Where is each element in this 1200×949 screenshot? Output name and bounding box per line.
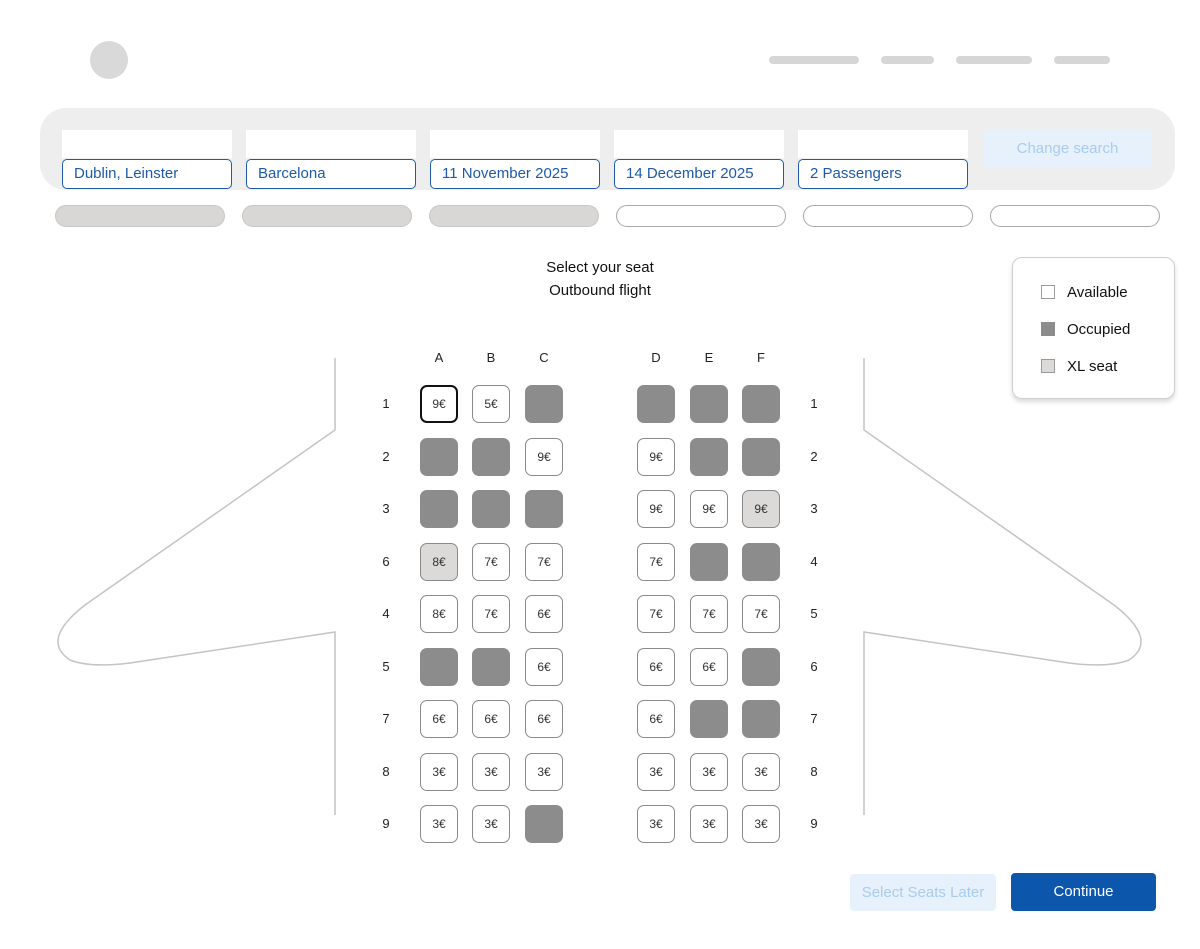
- seat-1-f: [742, 385, 780, 423]
- seat-3-d[interactable]: 9€: [637, 490, 675, 528]
- seat-2-d[interactable]: 9€: [637, 438, 675, 476]
- seat-4-d[interactable]: 7€: [637, 595, 675, 633]
- row-label-right: 2: [810, 449, 818, 464]
- row-label-left: 4: [382, 606, 390, 621]
- seat-9-a[interactable]: 3€: [420, 805, 458, 843]
- seat-8-f[interactable]: 3€: [742, 753, 780, 791]
- seat-7-c[interactable]: 6€: [525, 700, 563, 738]
- seat-8-a[interactable]: 3€: [420, 753, 458, 791]
- row-label-left: 2: [382, 449, 390, 464]
- row-label-left: 8: [382, 764, 390, 779]
- seat-9-c: [525, 805, 563, 843]
- seat-3-c: [525, 490, 563, 528]
- row-label-left: 3: [382, 501, 390, 516]
- seat-5-e[interactable]: 6€: [690, 648, 728, 686]
- seat-6-c[interactable]: 7€: [525, 543, 563, 581]
- seat-2-b: [472, 438, 510, 476]
- seat-4-f[interactable]: 7€: [742, 595, 780, 633]
- row-label-right: 1: [810, 396, 818, 411]
- row-label-left: 7: [382, 711, 390, 726]
- seat-9-e[interactable]: 3€: [690, 805, 728, 843]
- row-label-right: 9: [810, 816, 818, 831]
- seat-3-f[interactable]: 9€: [742, 490, 780, 528]
- column-label-e: E: [704, 350, 714, 365]
- seat-9-f[interactable]: 3€: [742, 805, 780, 843]
- seat-7-e: [690, 700, 728, 738]
- seat-5-d[interactable]: 6€: [637, 648, 675, 686]
- seat-6-a[interactable]: 8€: [420, 543, 458, 581]
- row-label-right: 6: [810, 659, 818, 674]
- seat-1-b[interactable]: 5€: [472, 385, 510, 423]
- seat-8-e[interactable]: 3€: [690, 753, 728, 791]
- row-label-right: 4: [810, 554, 818, 569]
- seat-5-c[interactable]: 6€: [525, 648, 563, 686]
- seat-6-f: [742, 543, 780, 581]
- seat-1-c: [525, 385, 563, 423]
- seat-5-b: [472, 648, 510, 686]
- seat-1-d: [637, 385, 675, 423]
- row-label-right: 5: [810, 606, 818, 621]
- seat-6-b[interactable]: 7€: [472, 543, 510, 581]
- seat-8-c[interactable]: 3€: [525, 753, 563, 791]
- seat-3-b: [472, 490, 510, 528]
- row-label-right: 8: [810, 764, 818, 779]
- seat-9-d[interactable]: 3€: [637, 805, 675, 843]
- seat-7-d[interactable]: 6€: [637, 700, 675, 738]
- seat-1-a[interactable]: 9€: [420, 385, 458, 423]
- left-wing-outline: [57, 358, 336, 815]
- row-label-left: 9: [382, 816, 390, 831]
- seat-5-f: [742, 648, 780, 686]
- seat-2-f: [742, 438, 780, 476]
- seat-7-a[interactable]: 6€: [420, 700, 458, 738]
- seat-8-b[interactable]: 3€: [472, 753, 510, 791]
- seat-4-c[interactable]: 6€: [525, 595, 563, 633]
- row-label-left: 1: [382, 396, 390, 411]
- column-label-f: F: [757, 350, 765, 365]
- seat-7-f: [742, 700, 780, 738]
- row-label-right: 3: [810, 501, 818, 516]
- seat-4-e[interactable]: 7€: [690, 595, 728, 633]
- column-label-c: C: [539, 350, 549, 365]
- column-label-b: B: [486, 350, 496, 365]
- seat-8-d[interactable]: 3€: [637, 753, 675, 791]
- seat-6-e: [690, 543, 728, 581]
- seat-2-c[interactable]: 9€: [525, 438, 563, 476]
- seat-9-b[interactable]: 3€: [472, 805, 510, 843]
- seat-3-a: [420, 490, 458, 528]
- seat-1-e: [690, 385, 728, 423]
- seat-7-b[interactable]: 6€: [472, 700, 510, 738]
- select-seats-later-button[interactable]: Select Seats Later: [850, 874, 996, 911]
- right-wing-outline: [863, 358, 1142, 815]
- plane-outline: [57, 358, 1142, 815]
- seat-2-e: [690, 438, 728, 476]
- seat-6-d[interactable]: 7€: [637, 543, 675, 581]
- row-label-left: 5: [382, 659, 390, 674]
- row-label-left: 6: [382, 554, 390, 569]
- column-label-a: A: [434, 350, 444, 365]
- seat-2-a: [420, 438, 458, 476]
- column-label-d: D: [651, 350, 661, 365]
- continue-button[interactable]: Continue: [1011, 873, 1156, 911]
- seat-4-a[interactable]: 8€: [420, 595, 458, 633]
- seat-3-e[interactable]: 9€: [690, 490, 728, 528]
- seat-4-b[interactable]: 7€: [472, 595, 510, 633]
- row-label-right: 7: [810, 711, 818, 726]
- seat-5-a: [420, 648, 458, 686]
